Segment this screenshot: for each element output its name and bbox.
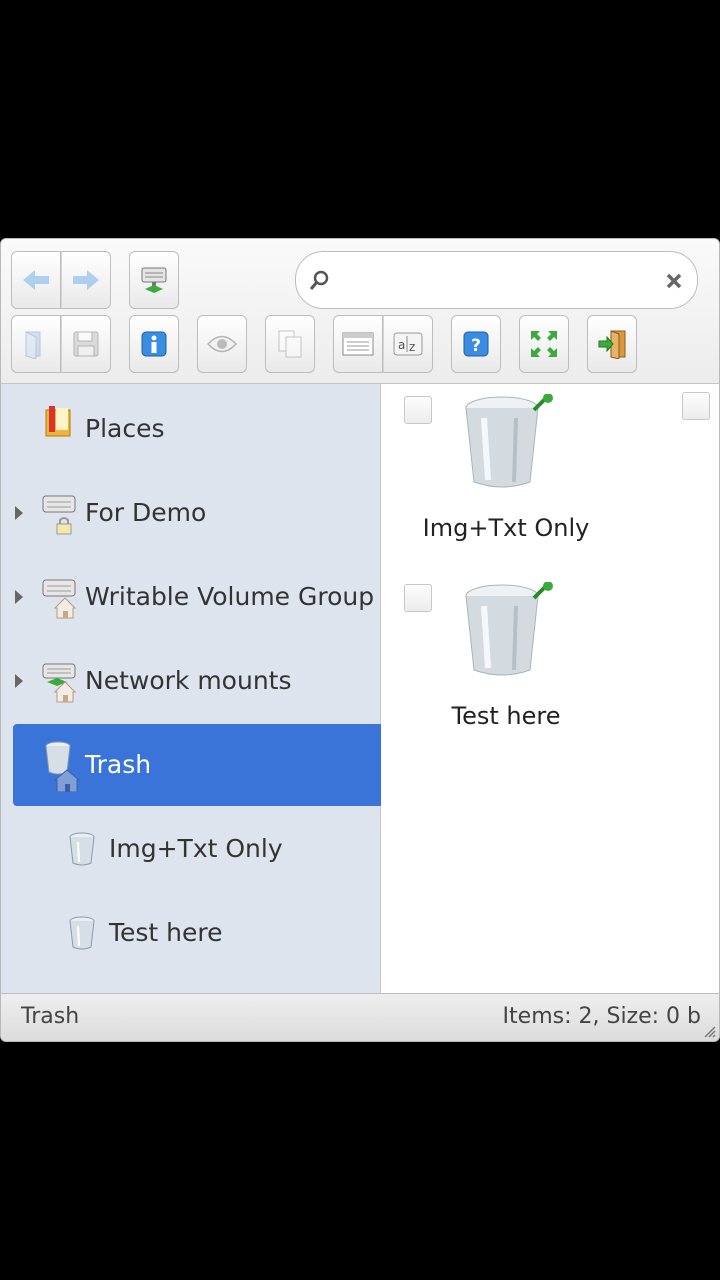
file-view: Img+Txt Only Test here <box>382 384 719 993</box>
fullscreen-button[interactable] <box>519 315 569 373</box>
network-drive-icon <box>42 663 77 703</box>
trash-icon <box>69 832 95 866</box>
resize-grip-icon[interactable] <box>702 1024 716 1038</box>
sidebar-item-label: Writable Volume Group <box>85 582 375 611</box>
file-checkbox[interactable] <box>404 396 432 424</box>
file-manager-window: a z ? Places For Demo Writable Volume Gr… <box>0 238 720 1042</box>
sidebar-item-places[interactable]: Places <box>13 388 381 470</box>
sidebar-item-test-here[interactable]: Test here <box>13 892 381 974</box>
sidebar-item-writable-volume-group[interactable]: Writable Volume Group <box>13 556 381 638</box>
sidebar-item-label: Network mounts <box>85 666 292 695</box>
copy-icon <box>278 330 302 358</box>
drive-locked-icon <box>42 495 76 535</box>
sidebar-item-label: Img+Txt Only <box>109 834 283 863</box>
navigation-sidebar: Places For Demo Writable Volume Group Ne… <box>1 384 381 993</box>
file-item[interactable]: Test here <box>382 580 622 760</box>
places-icon <box>45 406 71 437</box>
open-folder-icon <box>25 331 41 359</box>
save-button[interactable] <box>61 315 111 373</box>
trash-icon <box>45 741 79 792</box>
save-icon <box>73 331 99 357</box>
expand-arrow-icon[interactable] <box>15 674 23 688</box>
open-folder-button[interactable] <box>11 315 61 373</box>
sidebar-item-for-demo[interactable]: For Demo <box>13 472 381 554</box>
exit-button[interactable] <box>587 315 637 373</box>
status-path: Trash <box>21 1004 80 1029</box>
help-button[interactable]: ? <box>451 315 501 373</box>
preview-button[interactable] <box>197 315 247 373</box>
drive-home-icon <box>42 579 77 619</box>
sort-button[interactable]: a z <box>383 315 433 373</box>
svg-text:z: z <box>409 340 415 354</box>
toolbar: a z ? <box>1 239 719 384</box>
list-view-icon <box>342 332 374 356</box>
sidebar-item-network-mounts[interactable]: Network mounts <box>13 640 381 722</box>
sidebar-item-label: Trash <box>85 750 152 779</box>
status-bar: Trash Items: 2, Size: 0 b <box>1 993 719 1041</box>
sidebar-item-label: Test here <box>109 918 223 947</box>
fullscreen-icon <box>531 331 557 357</box>
view-list-button[interactable] <box>333 315 383 373</box>
file-checkbox[interactable] <box>404 584 432 612</box>
back-button[interactable] <box>11 251 61 309</box>
status-info: Items: 2, Size: 0 b <box>502 1004 701 1029</box>
file-item[interactable]: Img+Txt Only <box>382 392 622 572</box>
trash-pinned-icon <box>465 394 553 488</box>
info-icon <box>141 331 167 357</box>
file-name: Img+Txt Only <box>422 514 590 542</box>
search-icon <box>309 270 329 290</box>
svg-text:?: ? <box>471 336 481 356</box>
clear-search-icon[interactable] <box>665 272 683 290</box>
sidebar-item-img-txt-only[interactable]: Img+Txt Only <box>13 808 381 890</box>
network-drive-icon <box>141 267 167 293</box>
search-box <box>295 251 698 309</box>
arrow-left-icon <box>23 270 49 290</box>
info-button[interactable] <box>129 315 179 373</box>
file-name: Test here <box>451 702 561 730</box>
trash-icon <box>69 916 95 950</box>
svg-text:a: a <box>398 338 405 352</box>
trash-pinned-icon <box>465 582 553 676</box>
sort-az-icon: a z <box>393 332 423 356</box>
arrow-right-icon <box>73 270 99 290</box>
forward-button[interactable] <box>61 251 111 309</box>
search-input[interactable] <box>340 262 650 298</box>
sidebar-item-trash[interactable]: Trash <box>13 724 381 806</box>
netmount-button[interactable] <box>129 251 179 309</box>
select-all-checkbox[interactable] <box>682 392 710 420</box>
copy-button[interactable] <box>265 315 315 373</box>
sidebar-item-label: For Demo <box>85 498 207 527</box>
expand-arrow-icon[interactable] <box>15 590 23 604</box>
exit-door-icon <box>598 330 626 359</box>
sidebar-item-label: Places <box>85 414 165 443</box>
eye-icon <box>206 335 238 353</box>
expand-arrow-icon[interactable] <box>15 506 23 520</box>
help-icon: ? <box>463 331 489 357</box>
